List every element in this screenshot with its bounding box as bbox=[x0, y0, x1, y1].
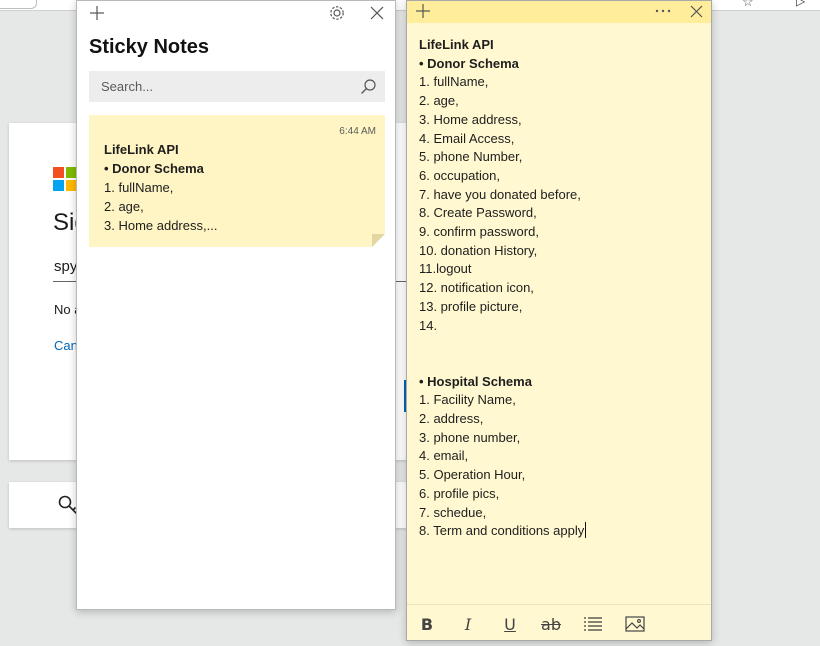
note-text-line: 12. notification icon, bbox=[419, 279, 703, 298]
bold-button[interactable]: B bbox=[414, 613, 440, 635]
note-heading-line: • Donor Schema bbox=[419, 55, 703, 74]
list-title-bar bbox=[77, 1, 395, 27]
bullet-list-button[interactable] bbox=[580, 613, 606, 635]
note-text-line: 6. profile pics, bbox=[419, 485, 703, 504]
plus-icon bbox=[90, 6, 104, 20]
note-preview-line: 3. Home address,... bbox=[104, 218, 218, 233]
note-line-text: LifeLink API bbox=[419, 37, 494, 52]
cant-access-link[interactable]: Can bbox=[54, 338, 78, 353]
note-line-text: 4. email, bbox=[419, 448, 469, 464]
address-bar-fragment[interactable] bbox=[0, 0, 37, 9]
formatting-toolbar: B I U ab bbox=[407, 604, 711, 642]
note-text-line: 7. schedue, bbox=[419, 504, 703, 523]
gear-icon bbox=[330, 6, 344, 20]
image-icon bbox=[625, 616, 645, 632]
note-preview-title: LifeLink API bbox=[104, 142, 179, 157]
note-text-line: 8. Create Password, bbox=[419, 204, 703, 223]
note-text-line: 14. bbox=[419, 317, 703, 336]
note-line-text: 12. notification icon, bbox=[419, 280, 534, 296]
note-text-line: 3. phone number, bbox=[419, 429, 703, 448]
note-line-text: 10. donation History, bbox=[419, 242, 538, 258]
plus-icon bbox=[416, 4, 430, 18]
note-text-line: 11.logout bbox=[419, 260, 703, 279]
note-corner-fold bbox=[372, 234, 385, 247]
note-line-text: 8. Term and conditions apply bbox=[419, 523, 585, 539]
search-input[interactable] bbox=[89, 71, 361, 102]
note-preview-heading: • Donor Schema bbox=[104, 161, 204, 176]
bullet-list-icon bbox=[584, 617, 602, 631]
note-text-line: 10. donation History, bbox=[419, 242, 703, 261]
note-line-text: 9. confirm password, bbox=[419, 224, 539, 240]
note-heading-line: • Hospital Schema bbox=[419, 373, 703, 392]
note-text-line: 3. Home address, bbox=[419, 111, 703, 130]
strikethrough-button[interactable]: ab bbox=[538, 613, 564, 635]
note-line-text: 4. Email Access, bbox=[419, 130, 515, 146]
note-text-line: 1. fullName, bbox=[419, 73, 703, 92]
note-text-line: 8. Term and conditions apply bbox=[419, 522, 703, 541]
microsoft-logo-icon bbox=[53, 167, 77, 191]
note-text-line: 2. age, bbox=[419, 92, 703, 111]
note-header-bar[interactable] bbox=[407, 1, 711, 23]
search-icon[interactable] bbox=[360, 78, 377, 95]
note-line-text: 1. Facility Name, bbox=[419, 392, 516, 408]
note-heading-line: LifeLink API bbox=[419, 36, 703, 55]
close-icon bbox=[370, 6, 384, 20]
note-text-line: 5. Operation Hour, bbox=[419, 466, 703, 485]
note-line-text: 1. fullName, bbox=[419, 74, 489, 90]
note-line-text: 7. have you donated before, bbox=[419, 186, 581, 202]
signin-email-field[interactable]: spy bbox=[54, 258, 77, 275]
close-list-button[interactable] bbox=[367, 3, 387, 23]
note-line-text: 11.logout bbox=[419, 261, 472, 277]
note-line-text: 6. profile pics, bbox=[419, 485, 500, 501]
note-preview-line: 1. fullName, bbox=[104, 180, 174, 195]
note-line-text: 3. phone number, bbox=[419, 429, 521, 445]
close-note-button[interactable] bbox=[686, 1, 706, 21]
note-text-line: 7. have you donated before, bbox=[419, 186, 703, 205]
note-text-line bbox=[419, 335, 703, 354]
note-preview: LifeLink API • Donor Schema 1. fullName,… bbox=[104, 140, 217, 235]
note-line-text: 2. age, bbox=[419, 93, 459, 109]
note-line-text: • Hospital Schema bbox=[419, 373, 532, 389]
note-editor-window: LifeLink API • Donor Schema 1. fullName, 2.… bbox=[406, 0, 712, 641]
note-text-line: 1. Facility Name, bbox=[419, 391, 703, 410]
favorite-star-icon[interactable]: ☆ bbox=[742, 0, 754, 10]
italic-button[interactable]: I bbox=[455, 613, 481, 635]
note-text-line bbox=[419, 354, 703, 373]
note-line-text: • Donor Schema bbox=[419, 55, 519, 71]
note-line-text: 14. bbox=[419, 317, 438, 333]
sticky-notes-list-window: Sticky Notes 6:44 AM LifeLink API • Dono… bbox=[76, 0, 396, 610]
note-text-line: 9. confirm password, bbox=[419, 223, 703, 242]
note-line-text: 6. occupation, bbox=[419, 167, 500, 183]
note-text-editor[interactable]: LifeLink API • Donor Schema 1. fullName, 2.… bbox=[419, 36, 703, 541]
extension-icon[interactable]: ▷ bbox=[796, 0, 805, 8]
note-text-line: 13. profile picture, bbox=[419, 298, 703, 317]
note-card[interactable]: 6:44 AM LifeLink API • Donor Schema 1. f… bbox=[89, 115, 385, 247]
close-icon bbox=[690, 5, 702, 17]
note-line-text: 3. Home address, bbox=[419, 111, 522, 127]
note-preview-line: 2. age, bbox=[104, 199, 144, 214]
more-options-button[interactable] bbox=[651, 1, 675, 21]
note-line-text: 5. phone Number, bbox=[419, 149, 523, 165]
note-text-line: 2. address, bbox=[419, 410, 703, 429]
note-text-line: 4. Email Access, bbox=[419, 130, 703, 149]
note-line-text: 5. Operation Hour, bbox=[419, 467, 526, 483]
settings-button[interactable] bbox=[327, 3, 347, 23]
search-box bbox=[89, 71, 385, 102]
note-line-text: 7. schedue, bbox=[419, 504, 487, 520]
note-line-text: 13. profile picture, bbox=[419, 298, 523, 314]
ellipsis-icon bbox=[655, 9, 671, 13]
note-line-text: 8. Create Password, bbox=[419, 205, 537, 221]
note-text-line: 5. phone Number, bbox=[419, 148, 703, 167]
app-title: Sticky Notes bbox=[89, 36, 210, 58]
new-note-button[interactable] bbox=[413, 1, 433, 21]
note-timestamp: 6:44 AM bbox=[339, 126, 376, 137]
insert-image-button[interactable] bbox=[622, 613, 648, 635]
text-cursor bbox=[585, 522, 587, 539]
new-note-button[interactable] bbox=[87, 3, 107, 23]
note-text-line: 4. email, bbox=[419, 447, 703, 466]
underline-button[interactable]: U bbox=[497, 613, 523, 635]
note-line-text: 2. address, bbox=[419, 411, 484, 427]
note-text-line: 6. occupation, bbox=[419, 167, 703, 186]
